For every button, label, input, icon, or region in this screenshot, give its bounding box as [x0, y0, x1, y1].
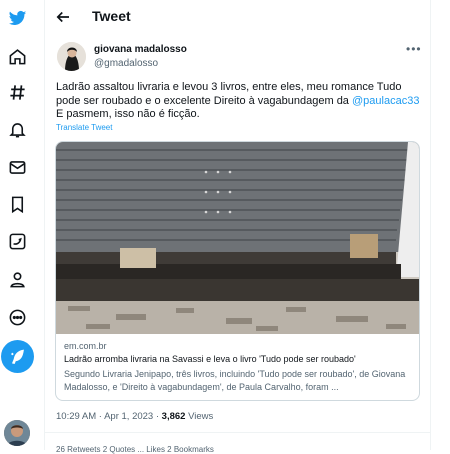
profile-icon[interactable] [5, 267, 29, 291]
tweet-detail-column: Tweet giovana madalosso @gmadalosso ••• … [44, 0, 430, 454]
bookmarks-icon[interactable] [5, 192, 29, 216]
tweet-text-part1: Ladrão assaltou livraria e levou 3 livro… [56, 81, 402, 107]
tweet-time[interactable]: 10:29 AM [56, 411, 96, 422]
back-arrow-icon[interactable] [54, 8, 72, 26]
author-handle[interactable]: @gmadalosso [94, 58, 158, 69]
tweet-date[interactable]: Apr 1, 2023 [104, 411, 153, 422]
meta-divider [44, 432, 430, 433]
twitter-logo-icon[interactable] [5, 6, 29, 30]
more-circle-icon[interactable] [5, 305, 29, 329]
author-name[interactable]: giovana madalosso [94, 44, 187, 55]
tweet-text: Ladrão assaltou livraria e levou 3 livro… [56, 81, 420, 122]
messages-envelope-icon[interactable] [5, 155, 29, 179]
link-preview-card[interactable]: em.com.br Ladrão arromba livraria na Sav… [55, 141, 420, 401]
tweet-metadata: 10:29 AM · Apr 1, 2023 · 3,862 Views [56, 411, 213, 422]
meta-separator-2: · [155, 411, 160, 422]
author-avatar[interactable] [57, 42, 86, 71]
card-title: Ladrão arromba livraria na Savassi e lev… [64, 354, 356, 364]
sidebar-nav [0, 0, 34, 450]
meta-separator: · [98, 411, 102, 422]
compose-tweet-button[interactable] [1, 340, 34, 373]
home-icon[interactable] [5, 44, 29, 68]
twitter-blue-icon[interactable] [5, 229, 29, 253]
mention-link[interactable]: @paulacac33 [352, 95, 419, 107]
column-divider-right [430, 0, 431, 450]
page-title: Tweet [92, 8, 131, 24]
card-image [56, 142, 419, 334]
views-label: Views [188, 411, 214, 422]
explore-hashtag-icon[interactable] [5, 80, 29, 104]
views-count: 3,862 [161, 411, 186, 422]
more-options-icon[interactable]: ••• [406, 42, 422, 56]
account-avatar[interactable] [4, 420, 30, 446]
translate-tweet-link[interactable]: Translate Tweet [56, 123, 112, 132]
compose-tweet-icon [10, 349, 24, 364]
notifications-bell-icon[interactable] [5, 117, 29, 141]
page-header: Tweet [44, 0, 430, 34]
card-domain: em.com.br [64, 341, 107, 351]
card-description: Segundo Livraria Jenipapo, três livros, … [64, 369, 406, 392]
tweet-text-part2: E pasmem, isso não é ficção. [56, 108, 200, 120]
